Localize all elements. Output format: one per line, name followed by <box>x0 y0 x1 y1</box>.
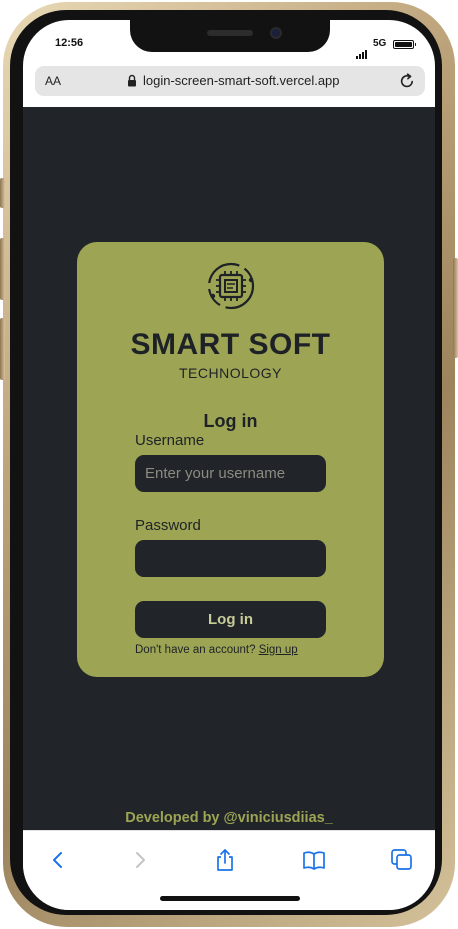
cpu-chip-icon <box>207 262 255 310</box>
speaker <box>207 30 253 36</box>
lock-icon <box>128 74 136 87</box>
brand-name: SMART SOFT <box>130 328 331 361</box>
username-input[interactable] <box>135 455 326 492</box>
share-icon[interactable] <box>212 847 238 873</box>
address-bar[interactable]: AA login-screen-smart-soft.vercel.app <box>35 66 425 96</box>
forward-icon[interactable] <box>127 847 153 873</box>
volume-up-button <box>0 238 5 300</box>
password-label: Password <box>135 517 201 534</box>
volume-down-button <box>0 318 5 380</box>
form-title: Log in <box>203 411 258 431</box>
signup-prompt: Don't have an account? <box>135 644 256 656</box>
signup-row: Don't have an account? Sign up <box>135 644 326 656</box>
login-card: SMART SOFT TECHNOLOGY Log in Username Pa… <box>77 242 384 677</box>
browser-toolbar <box>23 830 435 910</box>
battery-icon <box>393 40 416 49</box>
power-button <box>453 258 458 358</box>
front-camera <box>270 27 282 39</box>
network-type: 5G <box>373 38 387 49</box>
text-size-button[interactable]: AA <box>45 74 61 88</box>
phone-screen: 12:56 5G AA login-screen-smart-soft.verc… <box>23 20 435 910</box>
status-time: 12:56 <box>55 37 84 49</box>
login-button[interactable]: Log in <box>135 601 326 638</box>
brand-tagline: TECHNOLOGY <box>178 365 282 381</box>
notch <box>130 20 330 52</box>
tabs-icon[interactable] <box>389 847 415 873</box>
reload-icon[interactable] <box>398 72 416 90</box>
bookmarks-icon[interactable] <box>301 847 327 873</box>
web-page: SMART SOFT TECHNOLOGY Log in Username Pa… <box>23 107 435 830</box>
url-text[interactable]: login-screen-smart-soft.vercel.app <box>143 73 340 88</box>
password-input[interactable] <box>135 540 326 577</box>
home-indicator[interactable] <box>160 896 300 901</box>
signal-icon <box>356 41 368 59</box>
username-label: Username <box>135 432 205 449</box>
mute-switch <box>0 178 5 208</box>
back-icon[interactable] <box>45 847 71 873</box>
signup-link[interactable]: Sign up <box>259 644 298 656</box>
footer-credit[interactable]: Developed by @viniciusdiias_ <box>23 810 435 826</box>
